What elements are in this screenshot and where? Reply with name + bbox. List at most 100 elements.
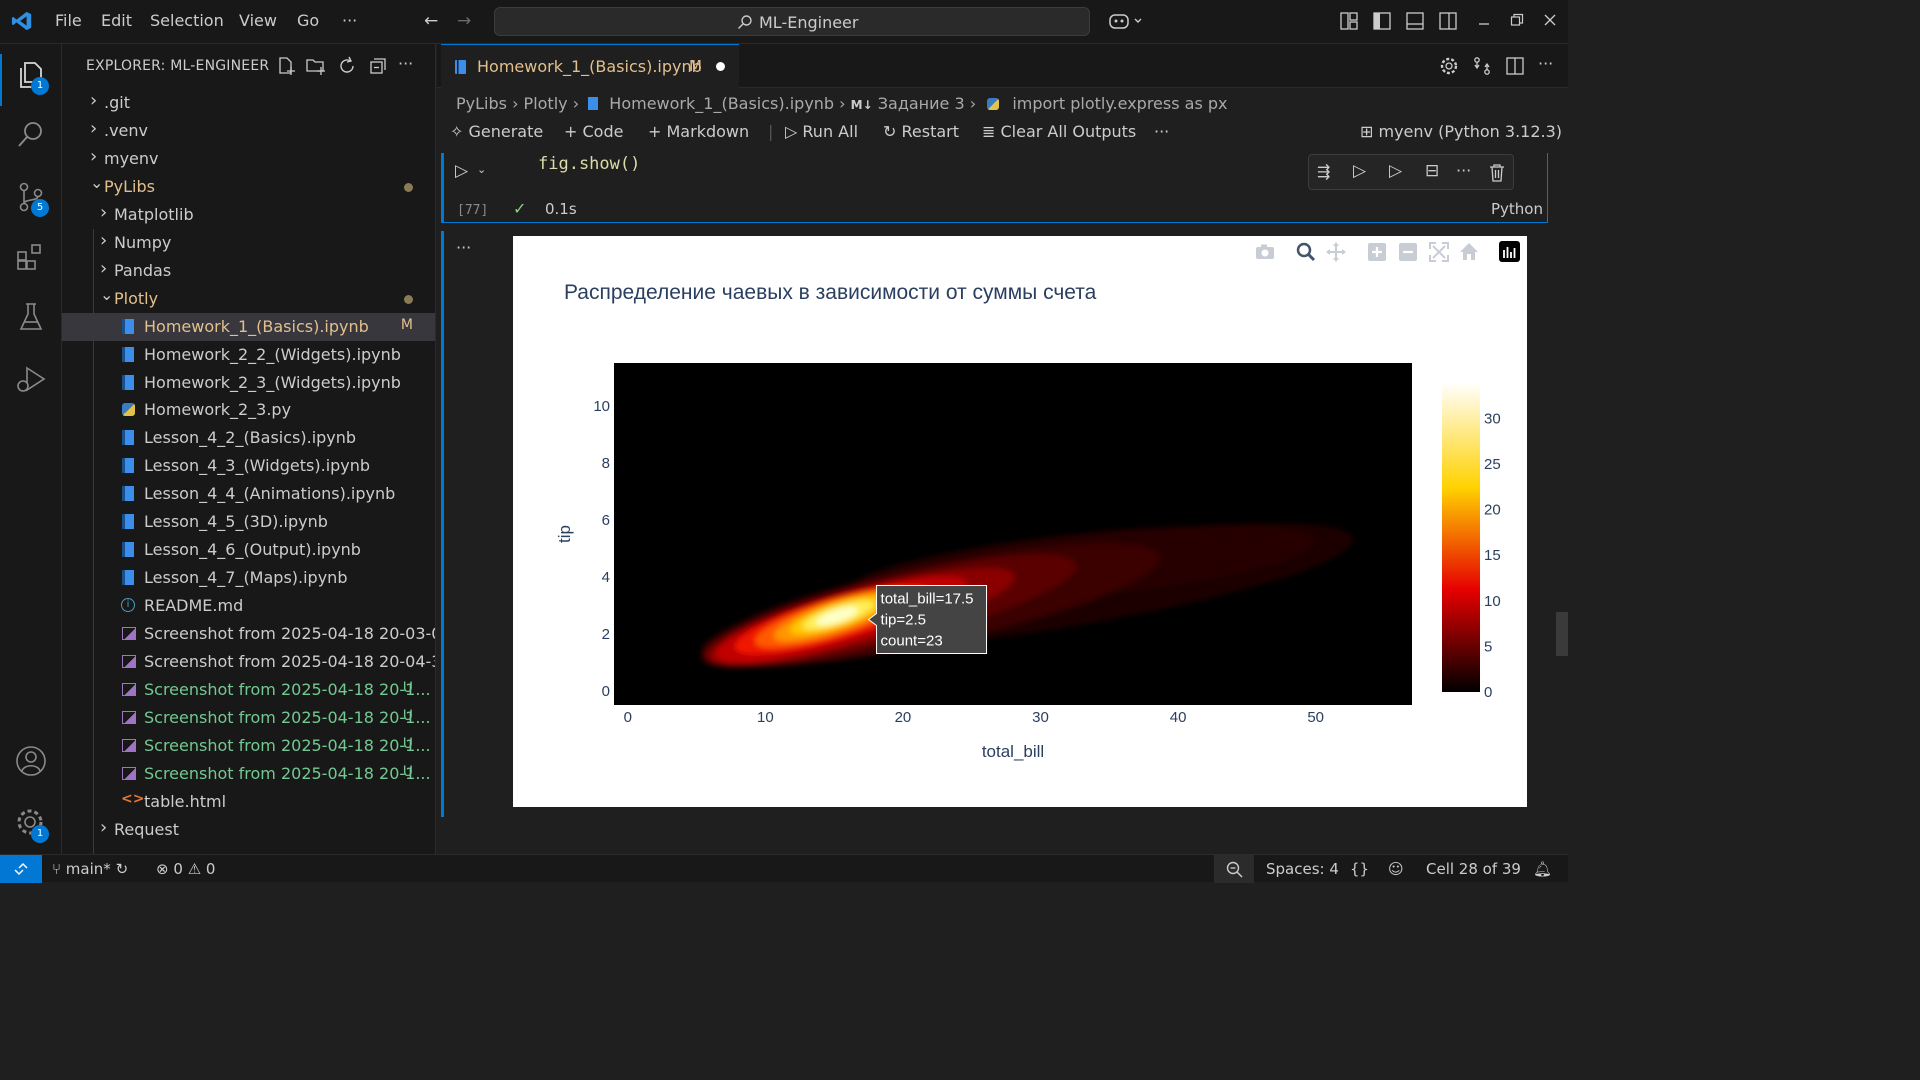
tree-item[interactable]: Homework_2_3_(Widgets).ipynb	[62, 369, 435, 397]
output-more-icon[interactable]: ···	[456, 238, 471, 257]
tree-item[interactable]: Homework_1_(Basics).ipynb M	[62, 312, 435, 341]
testing-flask-icon[interactable]	[14, 300, 48, 334]
tree-item[interactable]: Lesson_4_6_(Output).ipynb	[62, 536, 435, 564]
tree-item[interactable]: Homework_2_3.py	[62, 396, 435, 424]
git-branch[interactable]: ⑂ main* ↻	[52, 860, 128, 878]
explorer-icon[interactable]: 1	[14, 58, 49, 95]
run-cell-icon[interactable]: ▷	[455, 161, 468, 181]
tree-item[interactable]: Screenshot from 2025-04-18 20-1... U	[62, 760, 435, 788]
accounts-icon[interactable]	[14, 744, 48, 778]
add-code-cell-button[interactable]: + Code	[564, 122, 623, 141]
restart-button[interactable]: ↻ Restart	[883, 122, 959, 141]
tree-item[interactable]: › myenv	[62, 145, 435, 173]
copilot-icon[interactable]	[1108, 11, 1144, 31]
vscode-logo-icon[interactable]	[11, 10, 33, 32]
remote-indicator[interactable]	[0, 855, 42, 883]
menu-file[interactable]: File	[55, 11, 82, 30]
customize-layout-icon[interactable]	[1340, 12, 1358, 30]
search-view-icon[interactable]	[14, 118, 48, 152]
back-arrow-icon[interactable]: ←	[424, 12, 438, 30]
indentation-spaces[interactable]: Spaces: 4	[1266, 860, 1339, 878]
cell-language[interactable]: Python	[1491, 200, 1543, 218]
zoom-in-icon[interactable]	[1368, 243, 1386, 261]
tree-item[interactable]: Screenshot from 2025-04-18 20-1... U	[62, 676, 435, 704]
split-cell-icon[interactable]: ⊟	[1425, 161, 1439, 181]
tree-item[interactable]: Lesson_4_2_(Basics).ipynb	[62, 424, 435, 452]
cell-position[interactable]: Cell 28 of 39	[1426, 860, 1521, 878]
add-markdown-cell-button[interactable]: + Markdown	[648, 122, 749, 141]
breadcrumb-section[interactable]: Задание 3	[878, 94, 965, 113]
close-icon[interactable]	[1543, 13, 1557, 27]
new-file-icon[interactable]	[276, 56, 296, 76]
refresh-icon[interactable]	[337, 56, 357, 76]
problems-indicator[interactable]: ⊗ 0 ⚠ 0	[156, 860, 215, 878]
breadcrumb-cell[interactable]: import plotly.express as px	[1012, 94, 1227, 113]
toolbar-more-icon[interactable]: ···	[1154, 122, 1169, 141]
notifications-bell-icon[interactable]: 🔔︎	[1533, 860, 1552, 878]
clear-outputs-button[interactable]: ≣ Clear All Outputs	[982, 122, 1136, 141]
tree-item[interactable]: Lesson_4_7_(Maps).ipynb	[62, 564, 435, 592]
source-control-icon[interactable]: 5	[14, 180, 49, 217]
run-all-button[interactable]: ▷ Run All	[785, 122, 858, 141]
zoom-icon[interactable]	[1296, 242, 1316, 262]
unsaved-dot-icon[interactable]	[716, 62, 725, 71]
toggle-secondary-sidebar-icon[interactable]	[1439, 12, 1457, 30]
delete-cell-trash-icon[interactable]	[1489, 164, 1505, 182]
restore-icon[interactable]	[1510, 13, 1524, 27]
tree-item[interactable]: Screenshot from 2025-04-18 20-03-08....	[62, 620, 435, 648]
collapse-all-icon[interactable]	[368, 56, 388, 76]
execute-below-icon[interactable]: ▷	[1353, 161, 1366, 181]
pan-icon[interactable]	[1326, 242, 1346, 262]
tree-item[interactable]: Homework_2_2_(Widgets).ipynb	[62, 341, 435, 369]
breadcrumb-file[interactable]: Homework_1_(Basics).ipynb	[609, 94, 834, 113]
tree-item[interactable]: Lesson_4_4_(Animations).ipynb	[62, 480, 435, 508]
minimize-icon[interactable]	[1477, 14, 1491, 28]
menu-more[interactable]: ···	[342, 11, 357, 30]
forward-arrow-icon[interactable]: →	[457, 12, 471, 30]
tree-item[interactable]: › Matplotlib	[62, 201, 435, 229]
notebook-settings-gear-icon[interactable]	[1439, 56, 1459, 76]
execute-above-icon[interactable]: ⇶	[1317, 162, 1330, 181]
tree-item[interactable]: Screenshot from 2025-04-18 20-1... U	[62, 732, 435, 760]
tree-item[interactable]: ⌄ PyLibs	[62, 173, 435, 201]
editor-more-actions-icon[interactable]: ···	[1538, 54, 1553, 73]
extensions-icon[interactable]	[14, 240, 48, 274]
zoom-out-icon[interactable]	[1399, 243, 1417, 261]
menu-selection[interactable]: Selection	[150, 11, 224, 30]
breadcrumb-plotly[interactable]: Plotly	[524, 94, 568, 113]
more-actions-icon[interactable]: ···	[398, 54, 413, 73]
open-changes-icon[interactable]	[1472, 56, 1492, 76]
density-heatmap-chart[interactable]: Распределение чаевых в зависимости от су…	[513, 236, 1527, 807]
tree-item[interactable]: › .git	[62, 89, 435, 117]
new-folder-icon[interactable]	[306, 56, 326, 76]
toggle-panel-icon[interactable]	[1406, 12, 1424, 30]
run-debug-icon[interactable]	[14, 362, 48, 396]
tree-item[interactable]: Screenshot from 2025-04-18 20-04-37....	[62, 648, 435, 676]
zoom-indicator[interactable]	[1214, 855, 1254, 883]
split-editor-icon[interactable]	[1505, 56, 1525, 76]
language-braces-icon[interactable]: {}	[1350, 860, 1369, 878]
autoscale-icon[interactable]	[1429, 242, 1449, 262]
tree-item[interactable]: ⌄ Plotly	[62, 285, 435, 313]
tree-item[interactable]: › Request	[62, 816, 435, 844]
kernel-picker[interactable]: ⊞ myenv (Python 3.12.3)	[1360, 122, 1562, 141]
execute-and-below-icon[interactable]: ▷	[1389, 161, 1402, 181]
menu-view[interactable]: View	[239, 11, 277, 30]
tree-item[interactable]: › .venv	[62, 117, 435, 145]
code-line[interactable]: fig.show()	[538, 154, 640, 174]
command-center-search[interactable]: ML-Engineer	[494, 7, 1090, 36]
tree-item[interactable]: <> table.html	[62, 788, 435, 816]
editor-scrollbar-thumb[interactable]	[1556, 612, 1568, 656]
download-camera-icon[interactable]	[1256, 244, 1274, 260]
tab-homework-1[interactable]: Homework_1_(Basics).ipynb M	[441, 44, 739, 88]
tree-item[interactable]: Lesson_4_3_(Widgets).ipynb	[62, 452, 435, 480]
menu-edit[interactable]: Edit	[101, 11, 132, 30]
cell-more-icon[interactable]: ···	[1456, 161, 1471, 180]
menu-go[interactable]: Go	[297, 11, 319, 30]
tree-item[interactable]: Screenshot from 2025-04-18 20-1... U	[62, 704, 435, 732]
toggle-primary-sidebar-icon[interactable]	[1373, 12, 1391, 30]
generate-button[interactable]: ✧ Generate	[450, 122, 543, 141]
plotly-logo-icon[interactable]	[1499, 241, 1520, 262]
copilot-status-icon[interactable]: ☺	[1388, 860, 1404, 878]
tree-item[interactable]: Lesson_4_5_(3D).ipynb	[62, 508, 435, 536]
